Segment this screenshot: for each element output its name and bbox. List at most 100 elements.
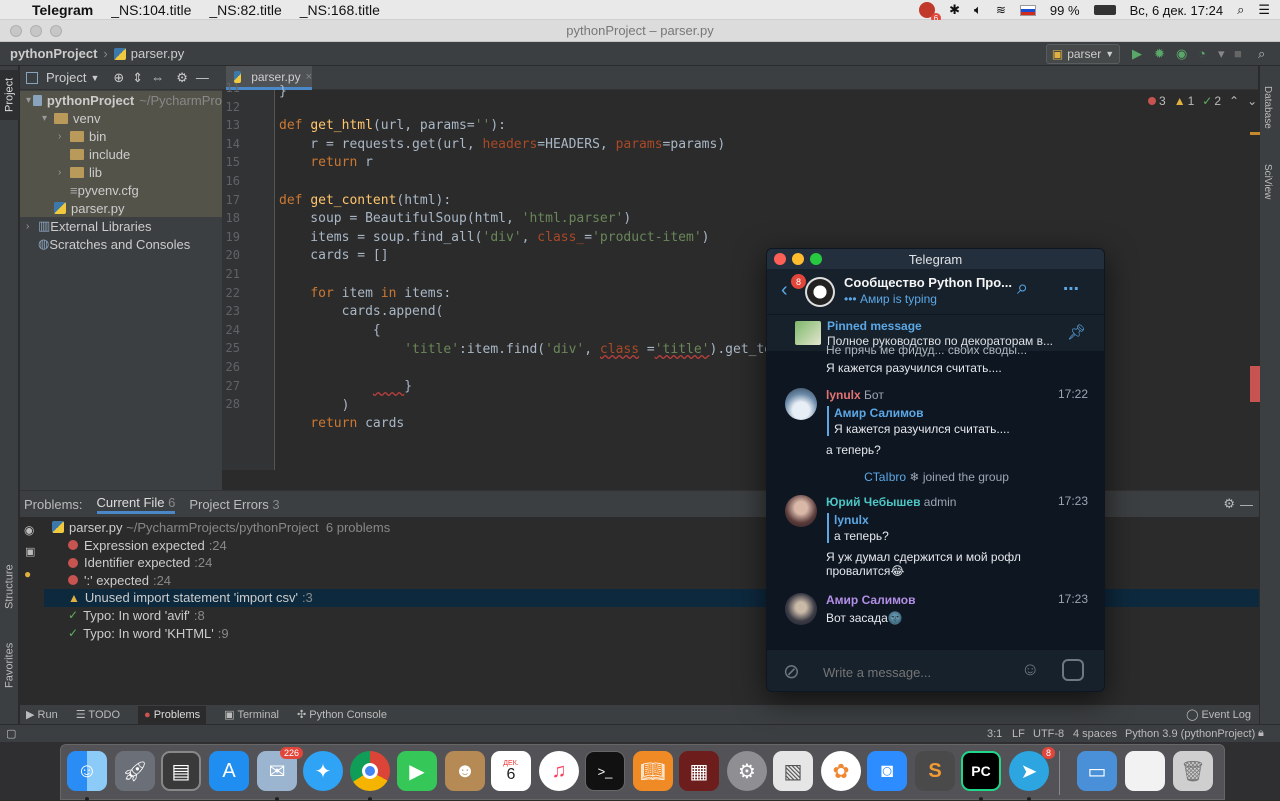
terminal-icon[interactable]: >_ [585, 751, 625, 791]
photo-booth-icon[interactable]: ▦ [679, 751, 719, 791]
chevron-up-icon[interactable]: ⌃ [1229, 94, 1239, 108]
chrome-icon[interactable] [350, 751, 390, 791]
hide-panel-icon[interactable]: — [1240, 497, 1253, 512]
tab-terminal[interactable]: ▣ Terminal [224, 708, 279, 721]
back-arrow-icon[interactable]: ‹ [781, 279, 788, 302]
tab-structure[interactable]: Structure [0, 556, 19, 618]
chevron-down-icon[interactable]: ▼ [90, 73, 99, 83]
debug-icon[interactable]: ✹ [1154, 46, 1165, 62]
safari-icon[interactable]: ✦ [303, 751, 343, 791]
dropbox-icon[interactable]: ✱ [949, 2, 960, 18]
folder-icon[interactable]: ▭ [1077, 751, 1117, 791]
tab-favorites[interactable]: Favorites [0, 634, 19, 696]
status-indent[interactable]: 4 spaces [1073, 728, 1117, 740]
run-icon[interactable]: ▶ [1132, 46, 1142, 62]
chevron-right-icon[interactable]: › [58, 131, 70, 142]
tab-python-console[interactable]: ✣ Python Console [297, 708, 387, 721]
tree-item[interactable]: › ▥ External Libraries [20, 217, 222, 235]
chevron-down-icon[interactable]: ▾ [42, 113, 54, 124]
lightbulb-icon[interactable]: ● [24, 567, 31, 581]
chevron-down-icon[interactable]: ⌄ [1247, 94, 1257, 108]
finder-icon[interactable]: ☺ [67, 751, 107, 791]
inspection-widget[interactable]: 3 ▲ 1 ✓ 2 ⌃ ⌄ [1148, 94, 1257, 108]
pin-icon[interactable]: 📌︎ [1067, 323, 1086, 341]
more-options-icon[interactable]: ⋯ [1063, 279, 1079, 299]
message-input[interactable] [823, 662, 1003, 682]
facetime-icon[interactable]: ▶ [397, 751, 437, 791]
inspection-typos[interactable]: ✓ 2 [1202, 94, 1221, 108]
wifi-icon[interactable]: ≋ [996, 3, 1006, 17]
window-minimize-button[interactable] [30, 25, 42, 37]
tree-item[interactable]: ▾ pythonProject ~/PycharmPro [20, 91, 222, 109]
tree-item[interactable]: parser.py [20, 199, 222, 217]
tab-database[interactable]: Database [1262, 86, 1273, 129]
window-zoom-button[interactable] [50, 25, 62, 37]
project-view-select[interactable]: Project [46, 70, 86, 85]
launchpad-icon[interactable]: 🚀︎ [115, 751, 155, 791]
photos-icon[interactable]: ✿ [821, 751, 861, 791]
collapse-all-icon[interactable]: ⇔ [151, 70, 164, 85]
tab-problems[interactable]: ● Problems [138, 705, 207, 724]
mail-icon[interactable]: ✉ 226 [257, 747, 303, 791]
inspection-warnings[interactable]: ▲ 1 [1174, 94, 1195, 108]
gear-icon[interactable]: ⚙ [1223, 496, 1235, 512]
flag-icon[interactable] [1019, 4, 1036, 16]
close-icon[interactable]: × [306, 71, 312, 83]
more-run-icon[interactable]: ▾ [1218, 46, 1225, 62]
trash-icon[interactable]: 🗑︎ [1173, 751, 1213, 791]
sticker-icon[interactable]: ☺ [1021, 659, 1039, 680]
run-configuration-select[interactable]: ▣ parser ▼ [1046, 44, 1120, 64]
notification-icon[interactable]: 6 [919, 2, 942, 23]
eye-icon[interactable]: ◉ [24, 523, 34, 537]
music-icon[interactable]: ♫ [539, 751, 579, 791]
tree-item[interactable]: ≡ pyvenv.cfg [20, 181, 222, 199]
preview-icon[interactable]: ▧ [773, 751, 813, 791]
menu-item-2[interactable]: _NS:82.title [209, 2, 281, 18]
tree-item[interactable]: ◍ Scratches and Consoles [20, 235, 222, 253]
menu-item-1[interactable]: _NS:104.title [111, 2, 191, 18]
event-log-button[interactable]: ◯ Event Log [1186, 708, 1251, 721]
toggle-tool-windows-icon[interactable]: ▢ [6, 727, 16, 740]
avatar-yuri[interactable] [785, 495, 817, 527]
tree-item[interactable]: › lib [20, 163, 222, 181]
telegram-icon[interactable]: ➤ 8 [1009, 747, 1055, 791]
locate-icon[interactable]: ⊕ [113, 70, 124, 86]
status-line-separator[interactable]: LF [1012, 728, 1025, 740]
tab-sciview[interactable]: SciView [1262, 164, 1273, 199]
chat-title[interactable]: Сообщество Python Про... [844, 275, 1012, 290]
lock-icon[interactable]: 🔒︎ [1258, 727, 1264, 740]
volume-icon[interactable]: 🔈︎ [974, 2, 982, 18]
tab-todo[interactable]: ☰ TODO [76, 708, 120, 721]
hide-panel-icon[interactable]: — [196, 70, 209, 85]
status-position[interactable]: 3:1 [987, 728, 1002, 740]
chat-avatar[interactable] [805, 277, 835, 307]
calendar-icon[interactable]: ДЕК. 6 [491, 751, 531, 791]
sender-name[interactable]: Амир Салимов [826, 593, 916, 607]
window-close-button[interactable] [10, 25, 22, 37]
stop-icon[interactable]: ■ [1234, 46, 1242, 61]
tree-item[interactable]: include [20, 145, 222, 163]
breadcrumb-project[interactable]: pythonProject [10, 46, 97, 61]
reply-quote[interactable]: Амир Салимов Я кажется разучился считать… [827, 406, 1010, 436]
profile-icon[interactable]: ◔ [1198, 46, 1206, 61]
image-capture-icon[interactable]: ▤ [161, 751, 201, 791]
record-message-icon[interactable] [1062, 659, 1084, 681]
tg-close-button[interactable] [774, 253, 786, 265]
tg-zoom-button[interactable] [810, 253, 822, 265]
message-list[interactable]: Не прячь ме фидуд... своих своды... Я ка… [767, 343, 1104, 649]
chevron-down-icon[interactable]: ▾ [26, 95, 33, 106]
sublime-text-icon[interactable]: S [915, 751, 955, 791]
battery-text[interactable]: 99 % [1050, 3, 1080, 18]
control-center-icon[interactable]: ☰ [1258, 2, 1270, 18]
datetime[interactable]: Вс, 6 дек. 17:24 [1130, 3, 1224, 18]
pycharm-icon[interactable]: PC [961, 751, 1001, 791]
tab-current-file[interactable]: Current File 6 [96, 495, 176, 514]
expand-all-icon[interactable]: ⇕ [132, 70, 143, 86]
zoom-icon[interactable]: ◙ [867, 751, 907, 791]
coverage-icon[interactable]: ◉ [1176, 46, 1187, 62]
gear-icon[interactable]: ⚙ [176, 70, 188, 86]
contacts-icon[interactable]: ☻ [445, 751, 485, 791]
books-icon[interactable]: 📖︎ [633, 751, 673, 791]
document-icon[interactable] [1125, 751, 1165, 791]
chevron-right-icon[interactable]: › [58, 167, 70, 178]
